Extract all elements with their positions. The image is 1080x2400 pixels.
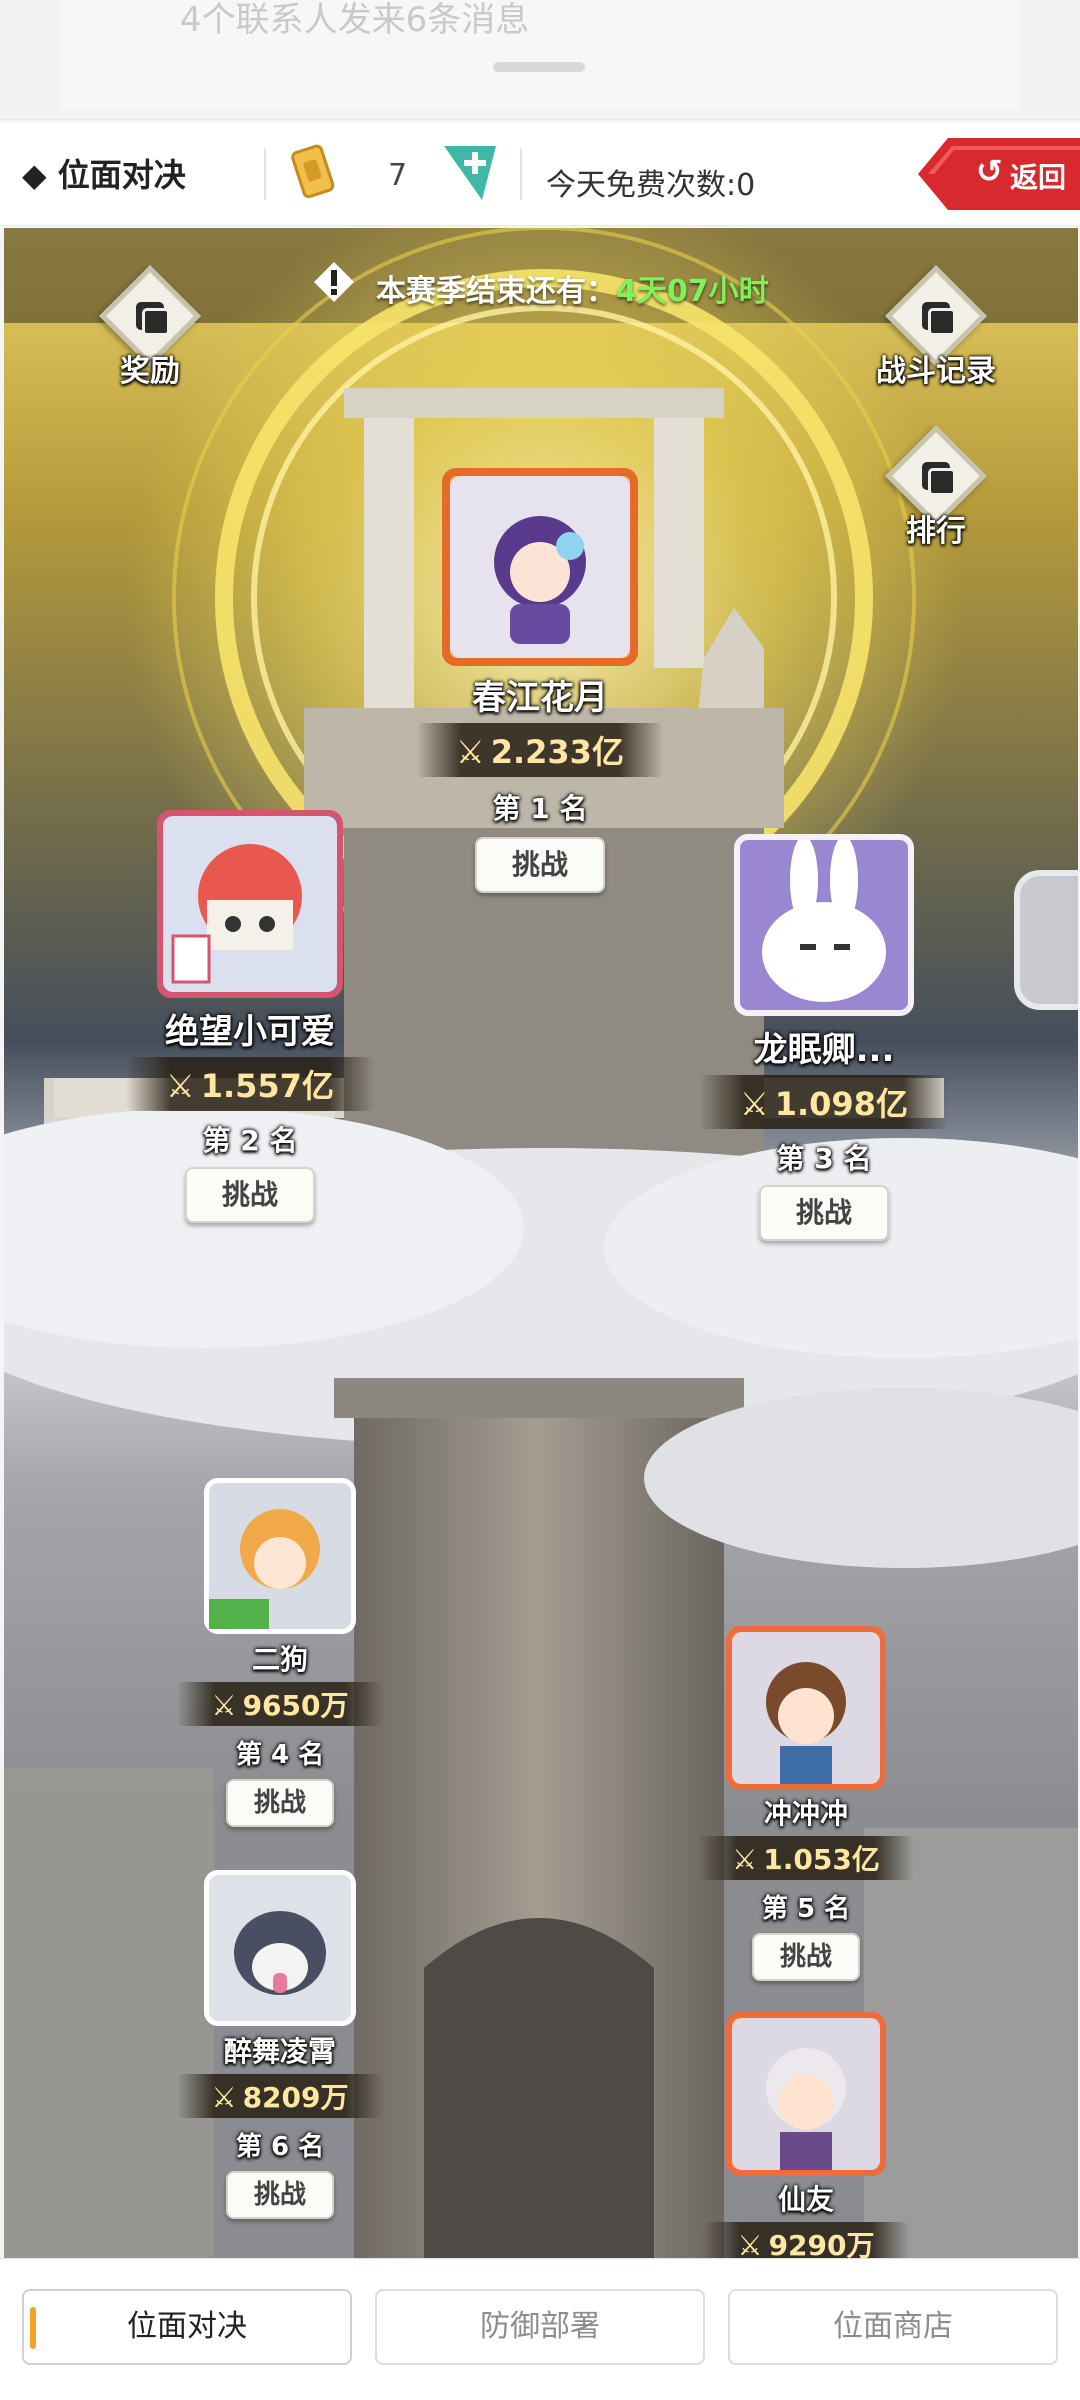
tab-plane-shop[interactable]: 位面商店 [728,2289,1058,2365]
back-arrow-icon: ↺ [976,152,1003,190]
arena-scene: 本赛季结束还有：4天07小时 奖励 战斗记录 排行 春江花月 ⚔ 2.233亿 … [4,228,1078,2258]
player-avatar[interactable] [204,1478,356,1634]
notification-card[interactable]: 4个联系人发来6条消息 [60,0,1020,110]
rank-label: 第 1 名 [492,792,588,825]
active-tab-indicator [30,2307,36,2349]
ranking-button[interactable]: 排行 [866,425,1006,570]
reward-button[interactable]: 奖励 [80,265,220,410]
sword-icon: ⚔ [732,1843,758,1876]
rank-label: 第 5 名 [761,1894,851,1924]
warning-icon [314,262,354,302]
divider [264,148,266,200]
free-times-text: 今天免费次数:0 [546,168,756,203]
player-avatar[interactable] [442,468,638,666]
sword-icon: ⚔ [737,2229,763,2258]
challenge-button[interactable]: 挑战 [759,1185,889,1241]
bottom-tab-bar: 位面对决 防御部署 位面商店 [0,2258,1080,2400]
power-badge: ⚔ 1.098亿 [700,1075,948,1129]
season-label-text: 本赛季结束还有： [376,274,616,309]
player-name: 醉舞凌霄 [223,2035,336,2068]
player-card-rank-7: 仙友 ⚔ 9290万 [686,2012,926,2258]
player-card-rank-2: 绝望小可爱 ⚔ 1.557亿 第 2 名 挑战 [100,810,400,1223]
player-card-rank-6: 醉舞凌霄 ⚔ 8209万 第 6 名 挑战 [160,1870,400,2219]
player-card-rank-5: 冲冲冲 ⚔ 1.053亿 第 5 名 挑战 [686,1626,926,1981]
power-value: 1.098亿 [774,1085,908,1123]
reward-square-icon [142,308,170,336]
challenge-button[interactable]: 挑战 [226,1779,334,1827]
sword-icon: ⚔ [166,1067,195,1105]
power-badge: ⚔ 8209万 [177,2074,383,2118]
power-value: 1.053亿 [763,1843,880,1876]
divider [520,148,522,200]
ranking-square-icon [928,468,956,496]
back-button[interactable]: ↺ 返回 [918,138,1080,210]
power-badge: ⚔ 2.233亿 [416,723,664,777]
player-name: 仙友 [777,2183,834,2216]
tab-label: 位面对决 [127,2309,247,2344]
player-card-rank-1: 春江花月 ⚔ 2.233亿 第 1 名 挑战 [390,468,690,893]
page-title: ◆ 位面对决 [22,156,186,194]
tab-plane-duel[interactable]: 位面对决 [22,2289,352,2365]
ranking-label: 排行 [906,514,966,549]
challenge-button[interactable]: 挑战 [752,1933,860,1981]
ticket-icon [290,144,338,200]
top-bar: ◆ 位面对决 7 今天免费次数:0 ↺ 返回 [0,122,1080,226]
power-value: 1.557亿 [200,1067,334,1105]
rank-label: 第 2 名 [202,1124,298,1157]
side-player-peek[interactable] [1014,870,1078,1010]
season-time: 4天07小时 [616,274,769,309]
add-ticket-icon[interactable] [442,144,498,202]
notification-drag-handle[interactable] [493,62,585,72]
power-badge: ⚔ 1.053亿 [698,1836,914,1880]
tab-defense-deploy[interactable]: 防御部署 [375,2289,705,2365]
notification-banner[interactable]: 4个联系人发来6条消息 [0,0,1080,120]
ticket-count: 7 [388,158,408,193]
reward-label: 奖励 [120,354,180,389]
notification-text: 4个联系人发来6条消息 [180,0,530,40]
tab-label: 防御部署 [480,2309,600,2344]
power-value: 9650万 [242,1689,349,1722]
player-name: 龙眠卿... [753,1030,895,1070]
sword-icon: ⚔ [740,1085,769,1123]
player-card-rank-3: 龙眠卿... ⚔ 1.098亿 第 3 名 挑战 [674,834,974,1241]
power-value: 9290万 [768,2229,875,2258]
player-name: 春江花月 [472,678,608,718]
player-avatar[interactable] [157,810,343,998]
player-name: 冲冲冲 [763,1797,848,1830]
tab-label: 位面商店 [833,2309,953,2344]
player-avatar[interactable] [726,2012,886,2176]
battle-log-label: 战斗记录 [876,354,996,389]
player-name: 二狗 [251,1643,308,1676]
back-label: 返回 [1010,161,1067,194]
challenge-button[interactable]: 挑战 [226,2171,334,2219]
season-label: 本赛季结束还有：4天07小时 [376,266,769,310]
challenge-button[interactable]: 挑战 [185,1167,315,1223]
power-value: 8209万 [242,2081,349,2114]
sword-icon: ⚔ [211,2081,237,2114]
player-avatar[interactable] [734,834,914,1016]
challenge-button[interactable]: 挑战 [475,837,605,893]
sword-icon: ⚔ [211,1689,237,1722]
power-badge: ⚔ 9290万 [703,2222,909,2258]
battle-log-square-icon [928,308,956,336]
power-badge: ⚔ 9650万 [177,1682,383,1726]
battle-log-button[interactable]: 战斗记录 [866,265,1006,410]
power-value: 2.233亿 [490,733,624,771]
sword-icon: ⚔ [456,733,485,771]
player-name: 绝望小可爱 [165,1012,335,1052]
player-avatar[interactable] [726,1626,886,1790]
player-card-rank-4: 二狗 ⚔ 9650万 第 4 名 挑战 [160,1478,400,1827]
rank-label: 第 6 名 [235,2132,325,2162]
power-badge: ⚔ 1.557亿 [126,1057,374,1111]
player-avatar[interactable] [204,1870,356,2026]
rank-label: 第 3 名 [776,1142,872,1175]
rank-label: 第 4 名 [235,1740,325,1770]
